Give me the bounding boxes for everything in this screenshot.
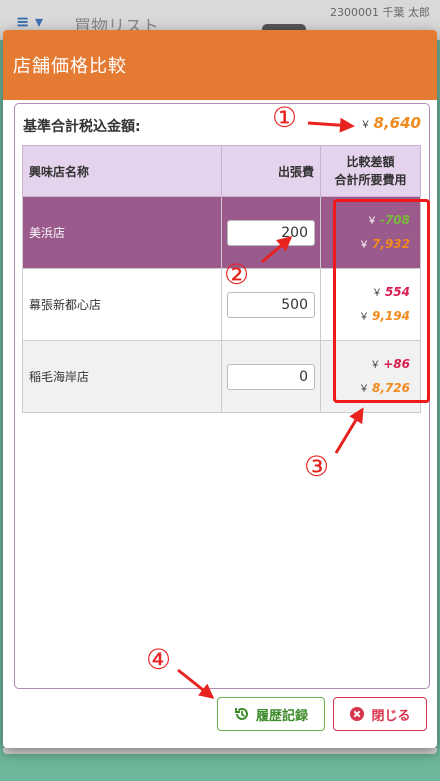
arrow-2	[261, 236, 293, 264]
annotation-arrows	[177, 117, 364, 699]
arrow-3	[334, 407, 364, 454]
arrow-4	[177, 668, 215, 699]
arrow-1	[307, 117, 355, 133]
